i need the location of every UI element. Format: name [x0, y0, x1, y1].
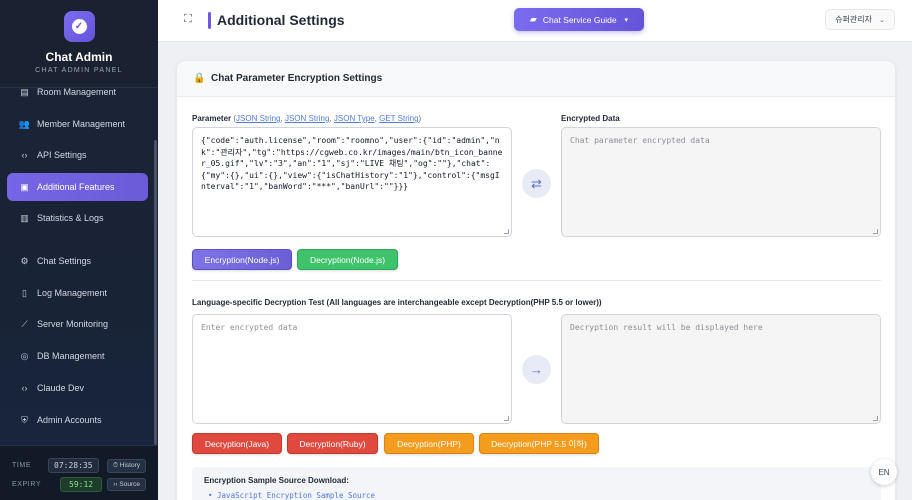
sidebar-item-label: Additional Features [37, 182, 115, 192]
code-icon: ‹› [21, 383, 28, 393]
expiry-value: 59:12 [60, 477, 103, 492]
fullscreen-icon[interactable]: ⛶ [182, 13, 194, 25]
shield-icon: ⛨ [21, 414, 28, 425]
sidebar-item-additional-features[interactable]: ▣ Additional Features [7, 173, 148, 201]
sidebar-item-member-management[interactable]: 👥 Member Management [7, 110, 148, 138]
resize-handle[interactable] [504, 229, 509, 234]
sidebar-item-db-management[interactable]: ◎ DB Management [7, 342, 148, 370]
sample-link-text[interactable]: JavaScript Encryption Sample Source [217, 491, 375, 500]
sidebar-item-admin-accounts[interactable]: ⛨ Admin Accounts [7, 406, 148, 434]
chat-icon: ▣ [20, 181, 29, 192]
encrypted-data-textarea[interactable]: Chat parameter encrypted data [561, 127, 881, 237]
resize-handle[interactable] [873, 229, 878, 234]
user-menu-button[interactable]: 슈퍼관리자 ⌄ [825, 9, 895, 30]
sidebar-item-label: Chat Settings [37, 256, 92, 266]
sidebar-item-label: DB Management [37, 351, 105, 361]
title-accent [208, 12, 211, 29]
lock-icon: 🔒 [193, 73, 206, 84]
sidebar-item-label: Log Management [37, 288, 108, 298]
card-title: Chat Parameter Encryption Settings [211, 73, 383, 84]
expiry-label: EXPIRY [12, 481, 42, 488]
expiry-row: EXPIRY 59:12 [12, 477, 103, 492]
check-icon: ✓ [71, 19, 87, 34]
chat-bubble-icon: ▰ [529, 14, 537, 24]
source-button[interactable]: ‹› Source [107, 478, 146, 491]
sidebar-item-server-monitoring[interactable]: ⟋ Server Monitoring [7, 310, 148, 338]
history-button[interactable]: ⏱ History [106, 459, 146, 473]
language-test-label: Language-specific Decryption Test (All l… [192, 298, 602, 307]
sidebar-footer: TIME 07:28:35 ⏱ History EXPIRY 59:12 ‹› … [0, 445, 158, 500]
time-label: TIME [12, 462, 32, 469]
get-string-link[interactable]: GET String [379, 114, 418, 123]
language-toggle-button[interactable]: EN [871, 459, 897, 485]
sidebar-item-log-management[interactable]: ▯ Log Management [7, 279, 148, 307]
parameter-label: Parameter (JSON String, JSON String, JSO… [192, 114, 421, 123]
decrypt-ruby-button[interactable]: Decryption(Ruby) [287, 433, 378, 454]
file-icon: ▯ [22, 287, 27, 298]
sidebar-item-label: Server Monitoring [37, 319, 109, 329]
sidebar-scrollbar[interactable] [154, 140, 157, 445]
code-icon: ‹› [21, 150, 28, 160]
database-icon: ◎ [20, 350, 29, 361]
chevron-down-icon: ▾ [624, 16, 629, 24]
decrypt-php55-button[interactable]: Decryption(PHP 5.5 이하) [479, 433, 599, 454]
swap-icon[interactable]: ⇄ [522, 169, 551, 198]
decrypt-java-button[interactable]: Decryption(Java) [192, 433, 282, 454]
sidebar-item-label: Claude Dev [37, 383, 85, 393]
decrypt-php-button[interactable]: Decryption(PHP) [384, 433, 474, 454]
json-type-link[interactable]: JSON Type [334, 114, 375, 123]
encrypt-nodejs-button[interactable]: Encryption(Node.js) [192, 249, 292, 270]
card-header: 🔒 Chat Parameter Encryption Settings [177, 61, 895, 97]
decrypt-nodejs-button[interactable]: Decryption(Node.js) [297, 249, 398, 270]
chat-service-guide-button[interactable]: ▰ Chat Service Guide ▾ [514, 8, 644, 31]
sidebar-item-room-management[interactable]: ▤ Room Management [7, 78, 148, 106]
parameter-textarea[interactable]: {"code":"auth.license","room":"roomno","… [192, 127, 512, 237]
members-icon: 👥 [18, 118, 31, 129]
history-label: History [119, 462, 140, 469]
parameter-links: (JSON String, JSON String, JSON Type, GE… [233, 114, 422, 123]
sidebar-item-label: Admin Accounts [37, 415, 102, 425]
logo: ✓ [63, 11, 95, 42]
sample-download-box: Encryption Sample Source Download: • Jav… [192, 467, 881, 500]
page-title: Additional Settings [217, 12, 345, 28]
sidebar: ✓ Chat Admin CHAT ADMIN PANEL ▤ Room Mana… [0, 0, 158, 500]
sidebar-item-label: API Settings [37, 150, 87, 160]
time-value: 07:28:35 [48, 458, 99, 473]
brand-title: Chat Admin [45, 50, 113, 64]
brand: ✓ Chat Admin CHAT ADMIN PANEL [0, 0, 158, 88]
sidebar-item-statistics-logs[interactable]: ▥ Statistics & Logs [7, 204, 148, 232]
room-icon: ▤ [20, 86, 29, 97]
chevron-down-icon: ⌄ [878, 16, 885, 24]
sidebar-item-chat-settings[interactable]: ⚙ Chat Settings [7, 247, 148, 275]
sidebar-item-api-settings[interactable]: ‹› API Settings [7, 141, 148, 169]
decryption-result-textarea[interactable]: Decryption result will be displayed here [561, 314, 881, 424]
top-header: ⛶ Additional Settings ▰ Chat Service Gui… [158, 0, 912, 42]
json-string-link-1[interactable]: JSON String [236, 114, 280, 123]
sample-title: Encryption Sample Source Download: [204, 476, 349, 485]
sidebar-item-label: Statistics & Logs [37, 213, 104, 223]
json-string-link-2[interactable]: JSON String [285, 114, 329, 123]
section-divider [192, 280, 881, 281]
sample-link[interactable]: • JavaScript Encryption Sample Source [208, 491, 375, 500]
resize-handle[interactable] [504, 416, 509, 421]
guide-label: Chat Service Guide [542, 14, 617, 25]
sidebar-item-claude-dev[interactable]: ‹› Claude Dev [7, 374, 148, 402]
encrypted-input-textarea[interactable]: Enter encrypted data [192, 314, 512, 424]
encrypted-data-label: Encrypted Data [561, 114, 620, 123]
time-row: TIME 07:28:35 [12, 458, 99, 473]
arrow-right-icon[interactable]: → [522, 355, 551, 384]
parameter-label-text: Parameter [192, 114, 232, 123]
user-label: 슈퍼관리자 [835, 15, 872, 24]
chart-icon: ▥ [20, 212, 29, 223]
source-label: Source [119, 481, 140, 488]
gear-icon: ⚙ [20, 255, 29, 266]
line-chart-icon: ⟋ [21, 318, 28, 329]
sidebar-item-label: Member Management [37, 119, 126, 129]
sidebar-item-label: Room Management [37, 87, 117, 97]
resize-handle[interactable] [873, 416, 878, 421]
brand-subtitle: CHAT ADMIN PANEL [35, 67, 123, 74]
